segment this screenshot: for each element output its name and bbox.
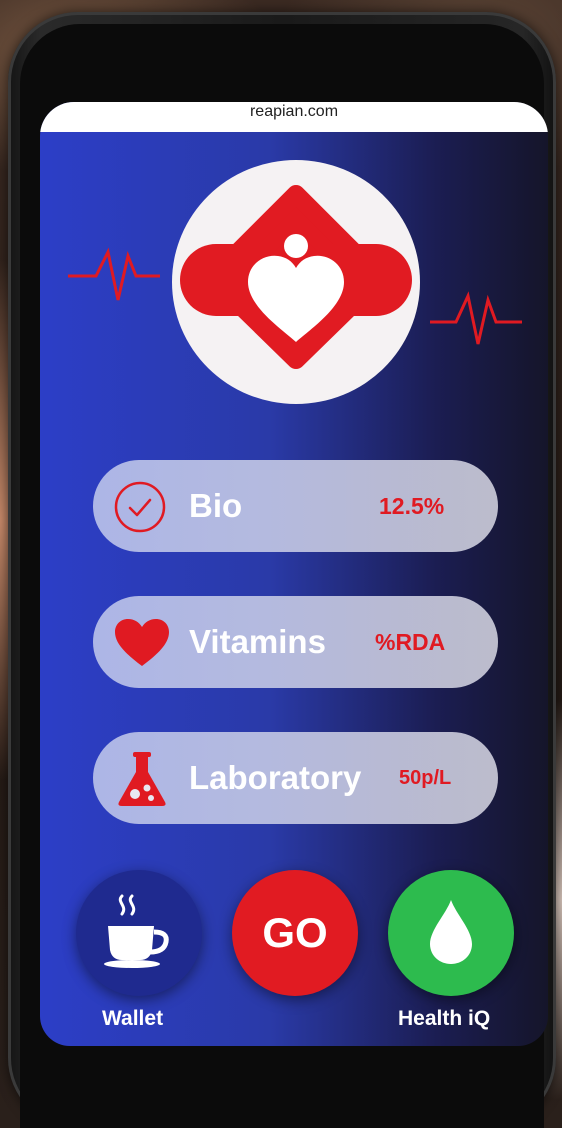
url-text: reapian.com <box>249 103 339 120</box>
laboratory-value: 50p/L <box>399 767 452 789</box>
bio-value: 12.5% <box>379 493 445 519</box>
heart-logo-icon <box>180 185 412 369</box>
water-drop-icon <box>430 900 472 964</box>
browser-url-bar[interactable]: reapian.com <box>40 102 548 132</box>
bio-label: Bio <box>189 487 243 524</box>
heartbeat-line-right-icon <box>430 291 522 345</box>
coffee-cup-icon <box>104 894 169 968</box>
vitamins-row-button[interactable]: Vitamins %RDA <box>93 596 498 688</box>
health-iq-button[interactable] <box>388 870 514 996</box>
laboratory-row-button[interactable]: Laboratory 50p/L <box>93 732 498 824</box>
wallet-button[interactable] <box>76 870 202 996</box>
check-circle-icon <box>114 481 166 533</box>
heartbeat-line-left-icon <box>68 247 160 301</box>
vitamins-value: %RDA <box>375 629 446 655</box>
go-label: GO <box>262 909 328 956</box>
vitamins-label: Vitamins <box>189 623 326 660</box>
heart-icon <box>115 619 169 666</box>
wallet-label: Wallet <box>102 1007 164 1030</box>
app-logo <box>172 160 420 404</box>
go-button[interactable]: GO <box>232 870 358 996</box>
laboratory-label: Laboratory <box>189 759 362 796</box>
bio-row-button[interactable]: Bio 12.5% <box>93 460 498 552</box>
health-iq-label: Health iQ <box>398 1007 491 1030</box>
flask-icon <box>118 752 166 806</box>
app-screen: reapian.com Bio 12.5% Vitamins %RDA Labo… <box>40 102 548 1046</box>
